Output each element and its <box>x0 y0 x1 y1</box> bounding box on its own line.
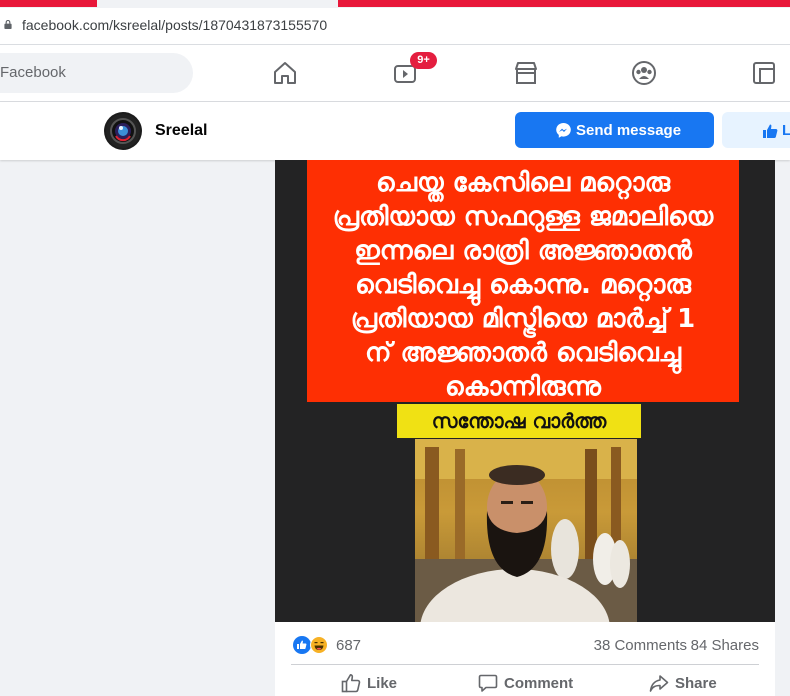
actions-divider <box>291 664 759 665</box>
thumbs-up-icon <box>763 124 778 138</box>
like-button[interactable]: Like <box>341 672 421 696</box>
lock-icon <box>4 20 12 29</box>
image-text-line: ചെയ്ത കേസിലെ മറ്റൊരു <box>375 168 671 198</box>
like-label: Like <box>367 675 398 692</box>
post-image-red-banner: ചെയ്ത കേസിലെ മറ്റൊരു പ്രതിയായ സഫറുള്ള ജമ… <box>307 160 739 402</box>
home-icon[interactable] <box>271 59 299 87</box>
image-text-line: ന് അജ്ഞാതർ വെടിവെച്ചു <box>365 338 681 368</box>
camera-lens-icon <box>106 114 140 148</box>
shares-count[interactable]: 84 Shares <box>691 637 759 654</box>
marketplace-icon[interactable] <box>512 59 540 87</box>
comment-button[interactable]: Comment <box>478 672 588 696</box>
tab-strip-left[interactable] <box>0 0 97 7</box>
post-card: ചെയ്ത കേസിലെ മറ്റൊരു പ്രതിയായ സഫറുള്ള ജമ… <box>275 160 775 696</box>
post-photo <box>415 439 637 622</box>
share-button[interactable]: Share <box>649 672 739 696</box>
image-text-line: ഇന്നലെ രാത്രി അജ്ഞാതൻ <box>354 236 692 266</box>
search-placeholder: Facebook <box>0 64 66 81</box>
send-message-label: Send message <box>576 122 682 139</box>
page-header: Sreelal Send message L <box>0 102 790 160</box>
post-stats: 687 38 Comments 84 Shares <box>275 622 775 664</box>
facebook-top-nav: Facebook <box>0 45 790 102</box>
avatar[interactable] <box>104 112 142 150</box>
tab-strip-right[interactable] <box>338 0 790 7</box>
image-text-line: വെടിവെച്ചു കൊന്നു. മറ്റൊരു <box>355 270 691 300</box>
like-page-label: L <box>782 122 790 139</box>
gaming-icon[interactable] <box>750 59 778 87</box>
send-message-button[interactable]: Send message <box>515 112 714 148</box>
post-image[interactable]: ചെയ്ത കേസിലെ മറ്റൊരു പ്രതിയായ സഫറുള്ള ജമ… <box>275 160 775 622</box>
comments-count[interactable]: 38 Comments <box>594 637 687 654</box>
post-image-text: ചെയ്ത കേസിലെ മറ്റൊരു പ്രതിയായ സഫറുള്ള ജമ… <box>307 166 739 404</box>
thumbs-up-icon <box>341 674 361 693</box>
messenger-icon <box>556 123 571 138</box>
watch-notification-badge: 9+ <box>410 52 437 69</box>
post-image-tag: സന്തോഷ വാർത്ത <box>397 404 641 438</box>
reaction-count[interactable]: 687 <box>336 637 361 654</box>
address-bar[interactable]: facebook.com/ksreelal/posts/187043187315… <box>0 8 790 45</box>
image-text-line: പ്രതിയായ സഫറുള്ള ജമാലിയെ <box>332 202 714 232</box>
share-label: Share <box>675 675 717 692</box>
comment-label: Comment <box>504 675 574 692</box>
page-name[interactable]: Sreelal <box>155 122 207 140</box>
url-text[interactable]: facebook.com/ksreelal/posts/187043187315… <box>22 17 327 33</box>
search-input[interactable]: Facebook <box>0 53 193 93</box>
image-text-line: പ്രതിയായ മിസ്ട്രിയെ മാർച്ച് 1 <box>350 304 696 334</box>
haha-reaction-icon[interactable] <box>310 636 328 654</box>
like-reaction-icon[interactable] <box>293 636 311 654</box>
comment-icon <box>478 674 498 692</box>
share-icon <box>649 675 669 692</box>
groups-icon[interactable] <box>630 59 658 87</box>
man-photo-illustration <box>415 439 637 622</box>
image-text-line: കൊന്നിരുന്നു <box>445 372 601 402</box>
like-page-button[interactable]: L <box>722 112 790 148</box>
